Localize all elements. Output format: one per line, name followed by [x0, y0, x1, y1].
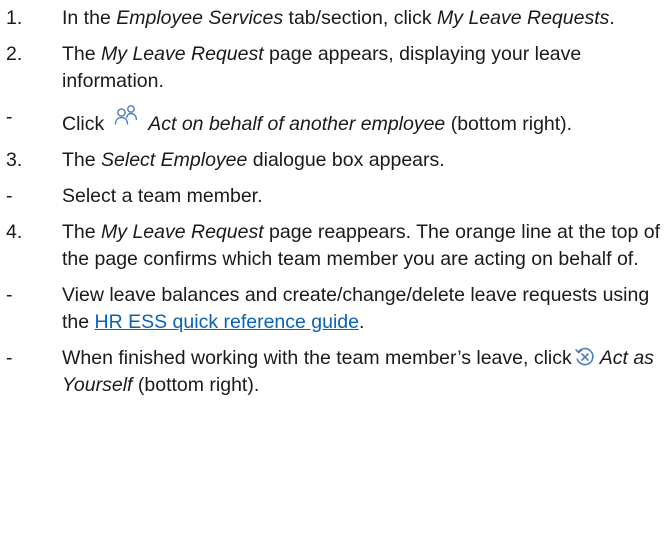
bullet-marker: - — [6, 106, 13, 128]
step-number: 3. — [6, 149, 23, 171]
list-item: 2. The My Leave Request page appears, dis… — [6, 41, 663, 95]
text-run: (bottom right). — [445, 113, 573, 135]
bullet-marker: - — [6, 185, 13, 207]
ui-term: Act on behalf of another employee — [148, 113, 446, 135]
text-run: dialogue box appears. — [247, 149, 445, 171]
text-run: The — [62, 43, 102, 65]
text-run: Click — [62, 113, 105, 135]
reference-guide-link[interactable]: HR ESS quick reference guide — [95, 311, 359, 333]
instruction-list: 1. In the Employee Services tab/section, … — [6, 5, 663, 399]
text-run: The — [62, 149, 102, 171]
step-text: The My Leave Request page reappears. The… — [62, 219, 663, 273]
text-run: Select a team member. — [62, 185, 263, 207]
step-text: View leave balances and create/change/de… — [62, 282, 663, 336]
list-item: 4. The My Leave Request page reappears. T… — [6, 219, 663, 273]
text-run: In the — [62, 7, 117, 29]
step-text: Select a team member. — [62, 183, 663, 210]
step-number: 1. — [6, 7, 23, 29]
ui-term: My Leave Requests — [437, 7, 610, 29]
list-item: - Select a team member. — [6, 183, 663, 210]
step-text: Click Act on behalf of another employee (… — [62, 104, 663, 138]
list-item: - View leave balances and create/change/d… — [6, 282, 663, 336]
ui-term: My Leave Request — [101, 221, 264, 243]
bullet-marker: - — [6, 347, 13, 369]
step-text: The Select Employee dialogue box appears… — [62, 147, 663, 174]
ui-term: Employee Services — [116, 7, 284, 29]
step-text: In the Employee Services tab/section, cl… — [62, 5, 663, 32]
text-run: tab/section, click — [283, 7, 438, 29]
list-item: 1. In the Employee Services tab/section, … — [6, 5, 663, 32]
ui-term: My Leave Request — [101, 43, 264, 65]
list-item: - When finished working with the team mem… — [6, 345, 663, 399]
list-item: - Click Act on behalf of another employee … — [6, 104, 663, 138]
text-run: . — [359, 311, 365, 333]
text-run: When finished working with the team memb… — [62, 347, 572, 369]
ui-term: Select Employee — [101, 149, 248, 171]
step-number: 4. — [6, 221, 23, 243]
act-as-yourself-icon — [574, 347, 594, 366]
instructions-document: 1. In the Employee Services tab/section, … — [0, 0, 671, 545]
bullet-marker: - — [6, 284, 13, 306]
step-text: When finished working with the team memb… — [62, 345, 663, 399]
people-icon — [115, 105, 138, 125]
text-run: (bottom right). — [132, 374, 260, 396]
list-item: 3. The Select Employee dialogue box appea… — [6, 147, 663, 174]
step-number: 2. — [6, 43, 23, 65]
text-run: The — [62, 221, 102, 243]
text-run: . — [609, 7, 615, 29]
step-text: The My Leave Request page appears, displ… — [62, 41, 663, 95]
